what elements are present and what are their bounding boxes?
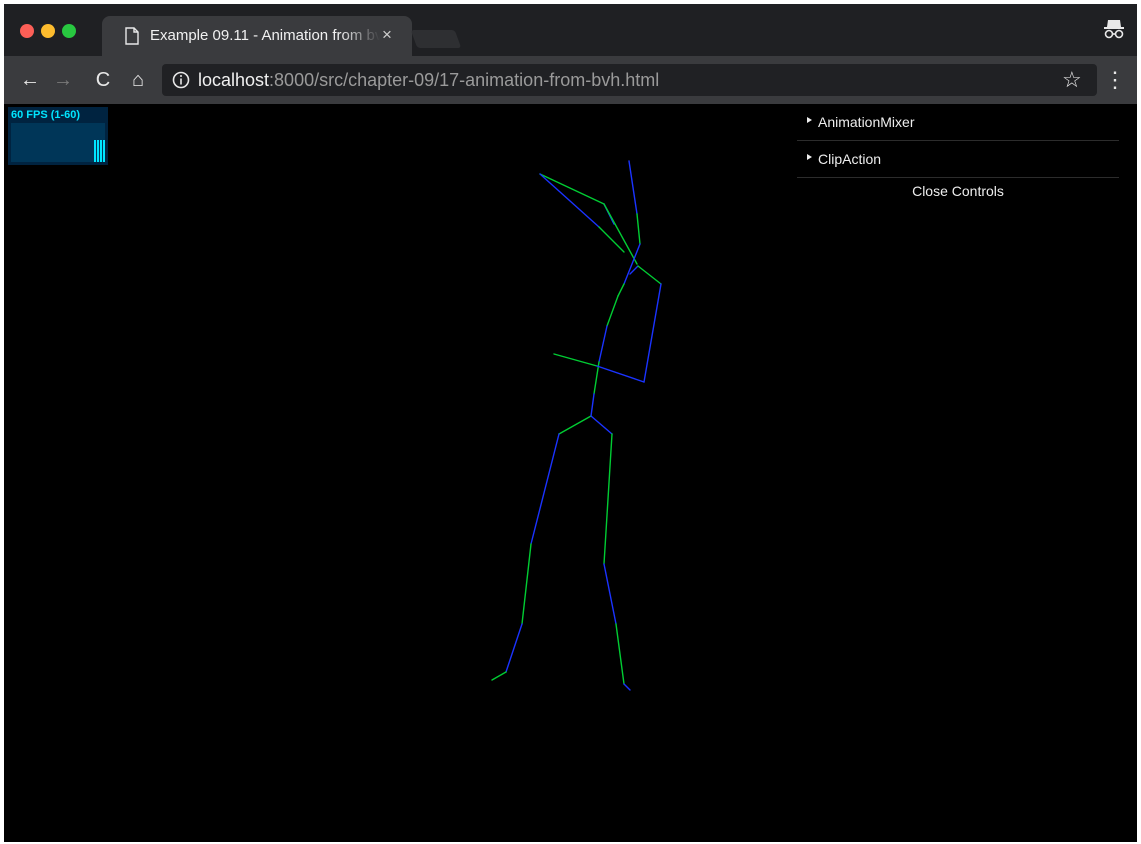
skeleton-bone <box>603 433 613 565</box>
fps-label: 60 FPS (1-60) <box>11 109 81 121</box>
incognito-icon <box>1104 20 1124 39</box>
browser-window: Example 09.11 - Animation from bvh × ← →… <box>4 4 1137 842</box>
skeleton-bone <box>598 325 608 363</box>
forward-button[interactable]: → <box>49 66 77 94</box>
skeleton-bone <box>617 283 625 297</box>
skeleton-bone <box>539 173 600 228</box>
skeleton-bone <box>530 433 560 545</box>
bookmark-star-icon[interactable]: ☆ <box>1062 67 1082 93</box>
dat-gui-panel: AnimationMixer ClipAction Close Controls <box>797 104 1119 204</box>
tab-strip: Example 09.11 - Animation from bvh × <box>4 4 1137 56</box>
address-bar[interactable]: localhost:8000/src/chapter-09/17-animati… <box>162 64 1097 96</box>
skeleton-bone <box>553 353 598 367</box>
gui-folder-animationmixer[interactable]: AnimationMixer <box>797 104 1119 141</box>
skeleton-scene <box>491 160 662 691</box>
skeleton-bone <box>539 173 605 205</box>
webgl-canvas[interactable]: 60 FPS (1-60) AnimationMixer ClipAction … <box>4 104 1137 842</box>
new-tab-button[interactable] <box>410 30 462 48</box>
skeleton-bone <box>623 683 631 691</box>
window-close-button[interactable] <box>20 24 34 38</box>
skeleton-bone <box>521 543 532 625</box>
fps-bar <box>103 140 105 162</box>
skeleton-bone <box>606 295 619 327</box>
caret-right-icon <box>807 154 812 160</box>
fps-bar <box>97 140 99 162</box>
skeleton-bone <box>598 226 625 253</box>
window-minimize-button[interactable] <box>41 24 55 38</box>
skeleton-bone <box>603 563 617 625</box>
skeleton-bone <box>643 283 662 383</box>
fps-bar <box>94 140 96 162</box>
gui-folder-label: ClipAction <box>818 151 882 167</box>
info-icon[interactable] <box>172 71 190 89</box>
url-text: localhost:8000/src/chapter-09/17-animati… <box>198 70 659 91</box>
skeleton-bone <box>558 415 592 435</box>
caret-right-icon <box>807 117 812 123</box>
gui-folder-clipaction[interactable]: ClipAction <box>797 141 1119 178</box>
browser-menu-icon[interactable]: ⋮ <box>1104 66 1126 94</box>
url-path: :8000/src/chapter-09/17-animation-from-b… <box>269 70 660 90</box>
close-controls-button[interactable]: Close Controls <box>797 178 1119 204</box>
skeleton-bone <box>628 160 638 215</box>
stats-panel[interactable]: 60 FPS (1-60) <box>8 107 108 165</box>
skeleton-bone <box>636 213 641 245</box>
url-host: localhost <box>198 70 270 90</box>
back-button[interactable]: ← <box>16 66 44 94</box>
skeleton-bone <box>603 203 638 265</box>
skeleton-bone <box>491 671 507 681</box>
skeleton-bone <box>596 365 645 383</box>
window-maximize-button[interactable] <box>62 24 76 38</box>
browser-toolbar: ← → C ⌂ localhost:8000/src/chapter-09/17… <box>4 56 1137 104</box>
tab-active[interactable]: Example 09.11 - Animation from bvh × <box>102 16 412 56</box>
fps-bar <box>100 140 102 162</box>
skeleton-bone <box>590 415 613 435</box>
home-button[interactable]: ⌂ <box>124 66 152 94</box>
skeleton-bone <box>615 623 625 685</box>
skeleton-bone <box>590 393 595 417</box>
tab-title: Example 09.11 - Animation from bvh <box>150 27 380 44</box>
fps-graph <box>11 123 105 162</box>
page-icon <box>125 27 139 45</box>
tab-close-icon[interactable]: × <box>382 25 392 45</box>
reload-button[interactable]: C <box>89 66 117 94</box>
gui-folder-label: AnimationMixer <box>818 114 915 130</box>
skeleton-bone <box>505 623 523 673</box>
skeleton-bone <box>637 265 662 285</box>
